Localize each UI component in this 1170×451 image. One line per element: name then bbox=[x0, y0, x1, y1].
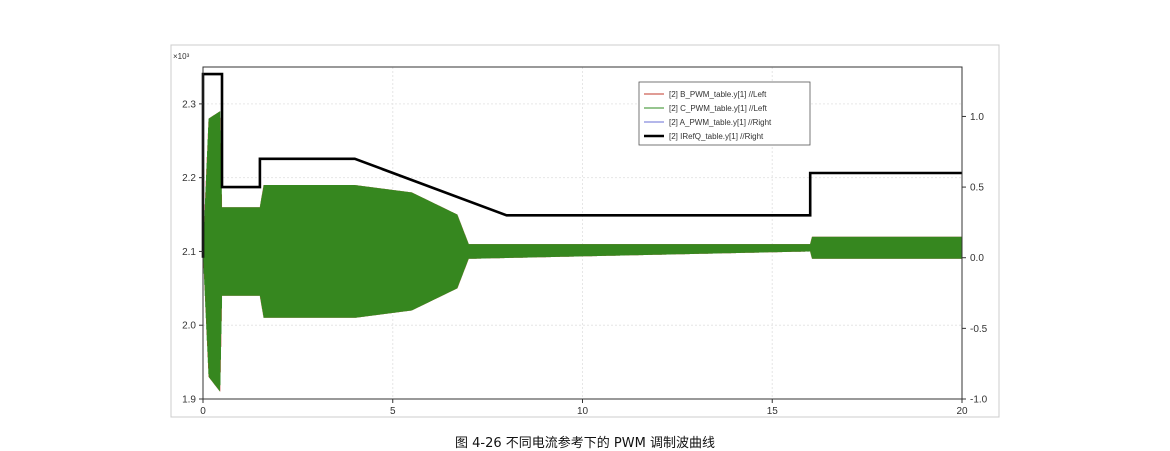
y-right-tick-label: 0.5 bbox=[970, 183, 984, 194]
y-left-tick-label: 2.3 bbox=[182, 99, 196, 110]
left-axis-multiplier: ×10³ bbox=[173, 52, 190, 61]
legend: [2] B_PWM_table.y[1] //Left [2] C_PWM_tab… bbox=[638, 81, 811, 146]
legend-entry: [2] IRefQ_table.y[1] //Right bbox=[669, 132, 764, 141]
x-tick-label: 10 bbox=[577, 406, 589, 417]
chart-figure: ×10³ 0 5 10 15 20 1.9 2.0 2.1 2.2 2.3 -1.0 -0.5 0.… bbox=[170, 44, 1000, 418]
x-tick-label: 15 bbox=[767, 406, 779, 417]
y-right-tick-label: 0.0 bbox=[970, 253, 984, 264]
legend-entry: [2] C_PWM_table.y[1] //Left bbox=[669, 104, 768, 113]
x-tick-label: 20 bbox=[956, 406, 968, 417]
legend-entry: [2] B_PWM_table.y[1] //Left bbox=[669, 90, 767, 99]
y-right-tick-label: -0.5 bbox=[970, 324, 988, 335]
y-left-tick-label: 1.9 bbox=[182, 395, 196, 406]
y-left-tick-label: 2.1 bbox=[182, 247, 196, 258]
x-tick-label: 0 bbox=[200, 406, 206, 417]
figure-caption: 图 4-26 不同电流参考下的 PWM 调制波曲线 bbox=[455, 436, 715, 451]
y-right-tick-label: 1.0 bbox=[970, 112, 984, 123]
y-left-tick-label: 2.0 bbox=[182, 321, 196, 332]
x-tick-label: 5 bbox=[390, 406, 396, 417]
legend-entry: [2] A_PWM_table.y[1] //Right bbox=[669, 118, 772, 127]
y-left-tick-label: 2.2 bbox=[182, 173, 196, 184]
y-right-tick-label: -1.0 bbox=[970, 395, 988, 406]
